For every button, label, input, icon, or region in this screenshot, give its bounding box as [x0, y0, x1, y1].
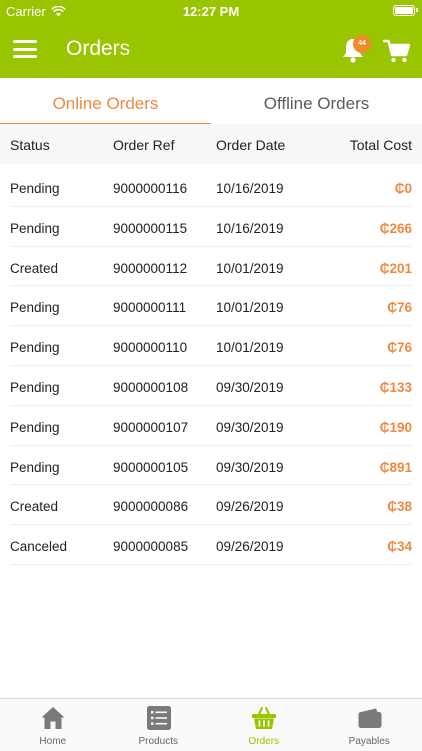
- wallet-icon: [357, 705, 383, 731]
- status-bar: Carrier 12:27 PM: [0, 0, 422, 22]
- order-date-cell: 09/30/2019: [216, 460, 284, 475]
- order-date-cell: 09/26/2019: [216, 499, 284, 514]
- status-cell: Pending: [10, 380, 60, 395]
- tabbar-item-orders[interactable]: Orders: [211, 699, 317, 751]
- table-row[interactable]: Created 9000000086 09/26/2019 ₵38: [0, 485, 422, 525]
- status-cell: Created: [10, 261, 58, 276]
- total-cost-cell: ₵0: [395, 181, 412, 196]
- tabbar-label-payables: Payables: [317, 736, 422, 747]
- status-cell: Pending: [10, 340, 60, 355]
- status-cell: Canceled: [10, 539, 67, 554]
- top-bar: Carrier 12:27 PM Orders 44: [0, 0, 422, 78]
- orders-list: Pending 9000000116 10/16/2019 ₵0 Pending…: [0, 167, 422, 565]
- tabbar-label-home: Home: [0, 736, 106, 747]
- order-ref-cell: 9000000085: [113, 539, 188, 554]
- total-cost-cell: ₵190: [380, 420, 412, 435]
- total-cost-cell: ₵34: [387, 539, 412, 554]
- order-date-cell: 09/30/2019: [216, 420, 284, 435]
- order-ref-cell: 9000000115: [113, 221, 187, 236]
- table-row[interactable]: Pending 9000000115 10/16/2019 ₵266: [0, 207, 422, 247]
- hamburger-menu-icon[interactable]: [13, 40, 37, 58]
- status-cell: Pending: [10, 181, 60, 196]
- basket-icon: [251, 705, 277, 731]
- order-ref-cell: 9000000116: [113, 181, 187, 196]
- table-row[interactable]: Pending 9000000108 09/30/2019 ₵133: [0, 366, 422, 406]
- status-cell: Created: [10, 499, 58, 514]
- column-header-order-ref: Order Ref: [113, 137, 174, 153]
- table-row[interactable]: Pending 9000000107 09/30/2019 ₵190: [0, 406, 422, 446]
- order-ref-cell: 9000000110: [113, 340, 187, 355]
- battery-icon: [393, 5, 415, 16]
- bottom-tab-bar: Home Products Orders Payables: [0, 698, 422, 751]
- order-ref-cell: 9000000086: [113, 499, 188, 514]
- status-cell: Pending: [10, 221, 60, 236]
- order-ref-cell: 9000000107: [113, 420, 188, 435]
- tabbar-item-home[interactable]: Home: [0, 699, 106, 751]
- column-header-status: Status: [10, 137, 50, 153]
- total-cost-cell: ₵266: [380, 221, 412, 236]
- page-title: Orders: [66, 37, 130, 61]
- total-cost-cell: ₵76: [387, 340, 412, 355]
- tabbar-item-payables[interactable]: Payables: [317, 699, 422, 751]
- tab-online-orders[interactable]: Online Orders: [0, 78, 211, 124]
- column-header-order-date: Order Date: [216, 137, 285, 153]
- status-time: 12:27 PM: [0, 4, 422, 19]
- order-ref-cell: 9000000108: [113, 380, 188, 395]
- total-cost-cell: ₵38: [387, 499, 412, 514]
- home-icon: [40, 705, 66, 731]
- column-header-total-cost: Total Cost: [350, 137, 412, 153]
- tabbar-label-orders: Orders: [211, 736, 317, 747]
- total-cost-cell: ₵201: [380, 261, 412, 276]
- tab-offline-orders[interactable]: Offline Orders: [211, 78, 422, 124]
- total-cost-cell: ₵133: [380, 380, 412, 395]
- order-date-cell: 09/26/2019: [216, 539, 284, 554]
- order-ref-cell: 9000000111: [113, 300, 186, 315]
- list-icon: [146, 705, 172, 731]
- notification-badge: 44: [353, 35, 371, 53]
- order-date-cell: 10/01/2019: [216, 300, 284, 315]
- order-date-cell: 10/16/2019: [216, 181, 284, 196]
- order-date-cell: 10/01/2019: [216, 261, 284, 276]
- nav-bar: Orders 44: [0, 22, 422, 78]
- order-tabs: Online Orders Offline Orders: [0, 78, 422, 125]
- table-row[interactable]: Pending 9000000105 09/30/2019 ₵891: [0, 446, 422, 486]
- status-cell: Pending: [10, 300, 60, 315]
- cart-icon[interactable]: [383, 38, 411, 64]
- order-ref-cell: 9000000112: [113, 261, 187, 276]
- status-cell: Pending: [10, 420, 60, 435]
- table-row[interactable]: Pending 9000000111 10/01/2019 ₵76: [0, 286, 422, 326]
- table-header: Status Order Ref Order Date Total Cost: [0, 124, 422, 164]
- table-row[interactable]: Pending 9000000110 10/01/2019 ₵76: [0, 326, 422, 366]
- total-cost-cell: ₵891: [380, 460, 412, 475]
- table-row[interactable]: Canceled 9000000085 09/26/2019 ₵34: [0, 525, 422, 565]
- table-row[interactable]: Created 9000000112 10/01/2019 ₵201: [0, 247, 422, 287]
- total-cost-cell: ₵76: [387, 300, 412, 315]
- order-ref-cell: 9000000105: [113, 460, 188, 475]
- table-row[interactable]: Pending 9000000116 10/16/2019 ₵0: [0, 167, 422, 207]
- status-cell: Pending: [10, 460, 60, 475]
- order-date-cell: 10/01/2019: [216, 340, 284, 355]
- tabbar-item-products[interactable]: Products: [106, 699, 212, 751]
- order-date-cell: 10/16/2019: [216, 221, 284, 236]
- order-date-cell: 09/30/2019: [216, 380, 284, 395]
- tabbar-label-products: Products: [106, 736, 212, 747]
